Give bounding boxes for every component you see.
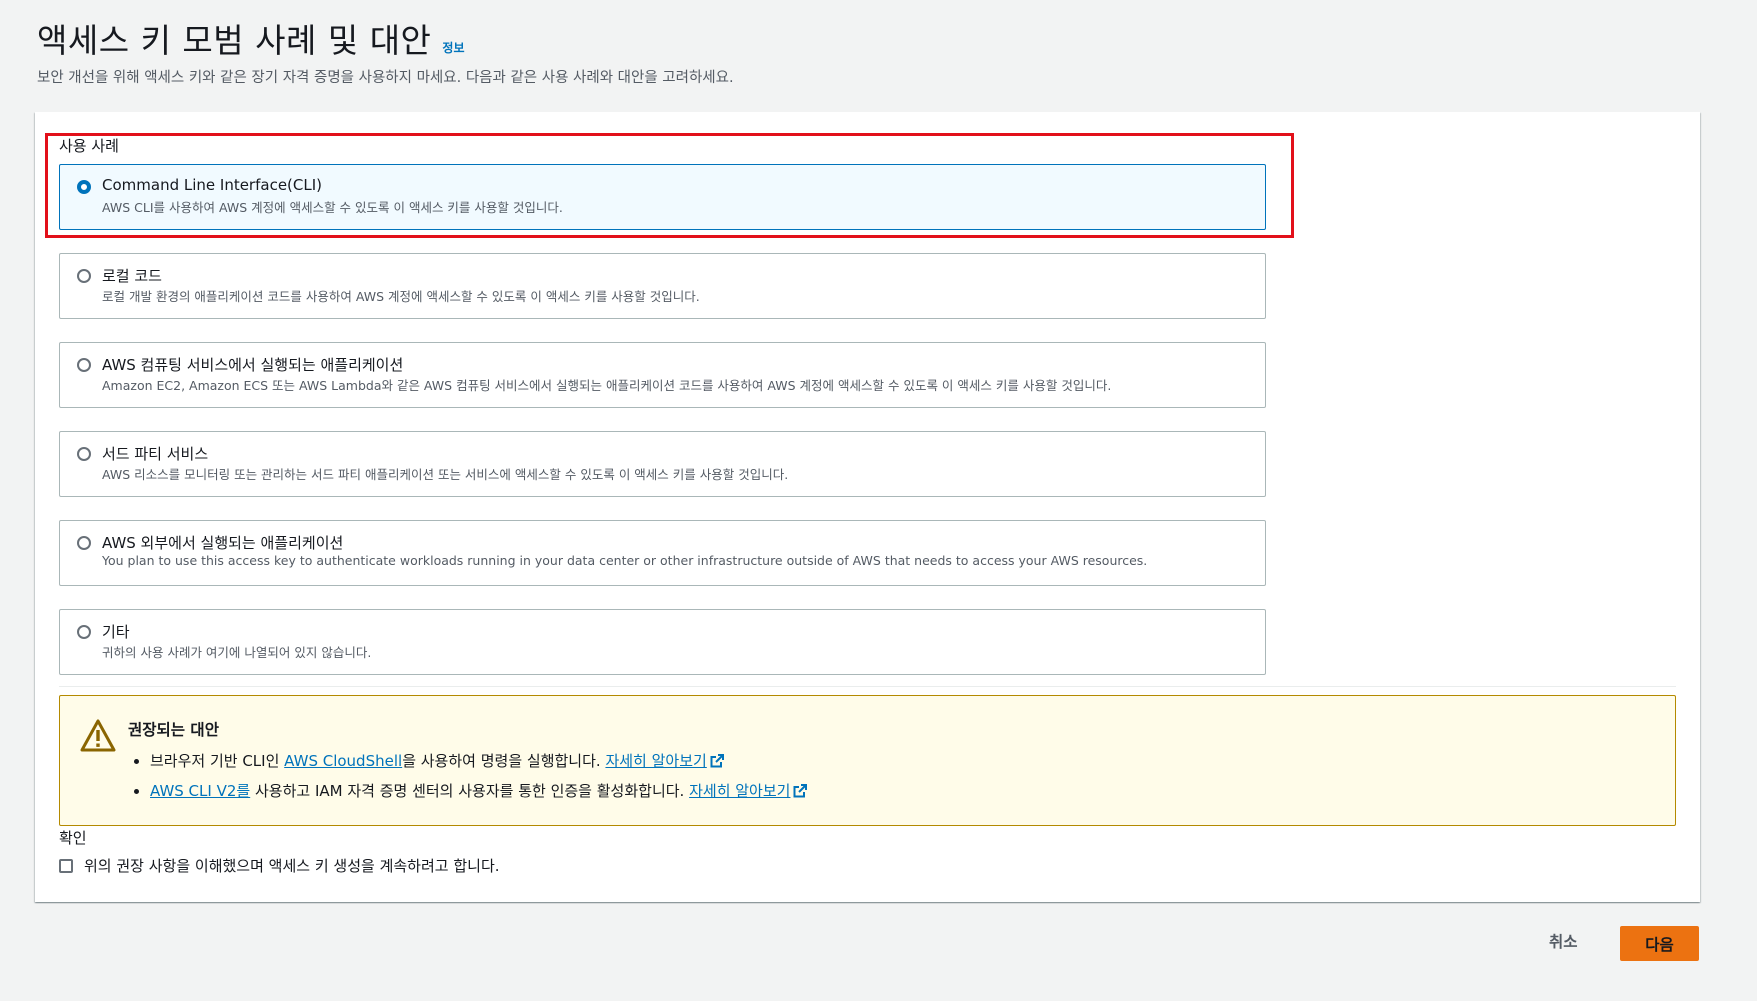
use-case-option-cli[interactable]: Command Line Interface(CLI) AWS CLI를 사용하…	[59, 164, 1266, 230]
info-link[interactable]: 정보	[442, 39, 464, 56]
alert-title: 권장되는 대안	[128, 721, 219, 739]
radio-button[interactable]	[77, 625, 91, 639]
option-title: 서드 파티 서비스	[102, 445, 209, 463]
radio-button[interactable]	[77, 536, 91, 550]
option-title: 로컬 코드	[102, 267, 162, 285]
alert-text: 을 사용하여 명령을 실행합니다.	[402, 752, 606, 770]
radio-button[interactable]	[77, 447, 91, 461]
radio-button[interactable]	[77, 180, 91, 194]
option-title: AWS 컴퓨팅 서비스에서 실행되는 애플리케이션	[102, 356, 404, 374]
alert-text: 사용하고 IAM 자격 증명 센터의 사용자를 통한 인증을 활성화합니다.	[250, 782, 690, 800]
external-link-icon	[793, 784, 808, 798]
option-title: Command Line Interface(CLI)	[102, 176, 323, 194]
learn-more-link[interactable]: 자세히 알아보기	[689, 782, 790, 800]
divider	[59, 686, 1676, 687]
page-title: 액세스 키 모범 사례 및 대안	[37, 21, 432, 60]
confirm-checkbox-label[interactable]: 위의 권장 사항을 이해했으며 액세스 키 생성을 계속하려고 합니다.	[84, 855, 500, 876]
alert-item-cli-v2: AWS CLI V2를 사용하고 IAM 자격 증명 센터의 사용자를 통한 인…	[150, 776, 808, 806]
use-case-option-other[interactable]: 기타 귀하의 사용 사례가 여기에 나열되어 있지 않습니다.	[59, 609, 1266, 675]
external-link-icon	[710, 754, 724, 768]
page-description: 보안 개선을 위해 액세스 키와 같은 장기 자격 증명을 사용하지 마세요. …	[37, 70, 734, 86]
option-title: 기타	[102, 623, 130, 641]
radio-button[interactable]	[77, 269, 91, 283]
option-description: You plan to use this access key to authe…	[102, 553, 1148, 568]
use-case-option-third-party[interactable]: 서드 파티 서비스 AWS 리소스를 모니터링 또는 관리하는 서드 파티 애플…	[59, 431, 1266, 497]
recommended-alternatives-alert: 권장되는 대안 브라우저 기반 CLI인 AWS CloudShell을 사용하…	[59, 695, 1676, 826]
aws-cli-v2-link[interactable]: AWS CLI V2를	[150, 782, 250, 800]
next-button[interactable]: 다음	[1620, 926, 1699, 961]
cancel-button[interactable]: 취소	[1543, 926, 1584, 956]
alert-item-cloudshell: 브라우저 기반 CLI인 AWS CloudShell을 사용하여 명령을 실행…	[150, 746, 807, 776]
page-header: 액세스 키 모범 사례 및 대안 정보	[37, 14, 465, 62]
option-description: 귀하의 사용 사례가 여기에 나열되어 있지 않습니다.	[102, 645, 372, 660]
learn-more-link[interactable]: 자세히 알아보기	[605, 752, 706, 770]
alert-list: 브라우저 기반 CLI인 AWS CloudShell을 사용하여 명령을 실행…	[128, 746, 808, 806]
use-case-option-outside-aws[interactable]: AWS 외부에서 실행되는 애플리케이션 You plan to use thi…	[59, 520, 1266, 586]
option-description: Amazon EC2, Amazon ECS 또는 AWS Lambda와 같은…	[102, 378, 1112, 393]
option-description: 로컬 개발 환경의 애플리케이션 코드를 사용하여 AWS 계정에 액세스할 수…	[102, 289, 700, 304]
radio-button[interactable]	[77, 358, 91, 372]
option-title: AWS 외부에서 실행되는 애플리케이션	[102, 534, 344, 552]
confirm-label: 확인	[59, 829, 87, 847]
aws-cloudshell-link[interactable]: AWS CloudShell	[284, 752, 402, 770]
option-description: AWS 리소스를 모니터링 또는 관리하는 서드 파티 애플리케이션 또는 서비…	[102, 467, 789, 482]
alert-text: 브라우저 기반 CLI인	[150, 752, 285, 770]
warning-icon	[80, 719, 116, 752]
use-case-option-aws-compute[interactable]: AWS 컴퓨팅 서비스에서 실행되는 애플리케이션 Amazon EC2, Am…	[59, 342, 1266, 408]
use-case-option-local-code[interactable]: 로컬 코드 로컬 개발 환경의 애플리케이션 코드를 사용하여 AWS 계정에 …	[59, 253, 1266, 319]
use-case-label: 사용 사례	[59, 137, 119, 155]
option-description: AWS CLI를 사용하여 AWS 계정에 액세스할 수 있도록 이 액세스 키…	[102, 200, 563, 215]
confirm-checkbox[interactable]	[59, 859, 73, 873]
